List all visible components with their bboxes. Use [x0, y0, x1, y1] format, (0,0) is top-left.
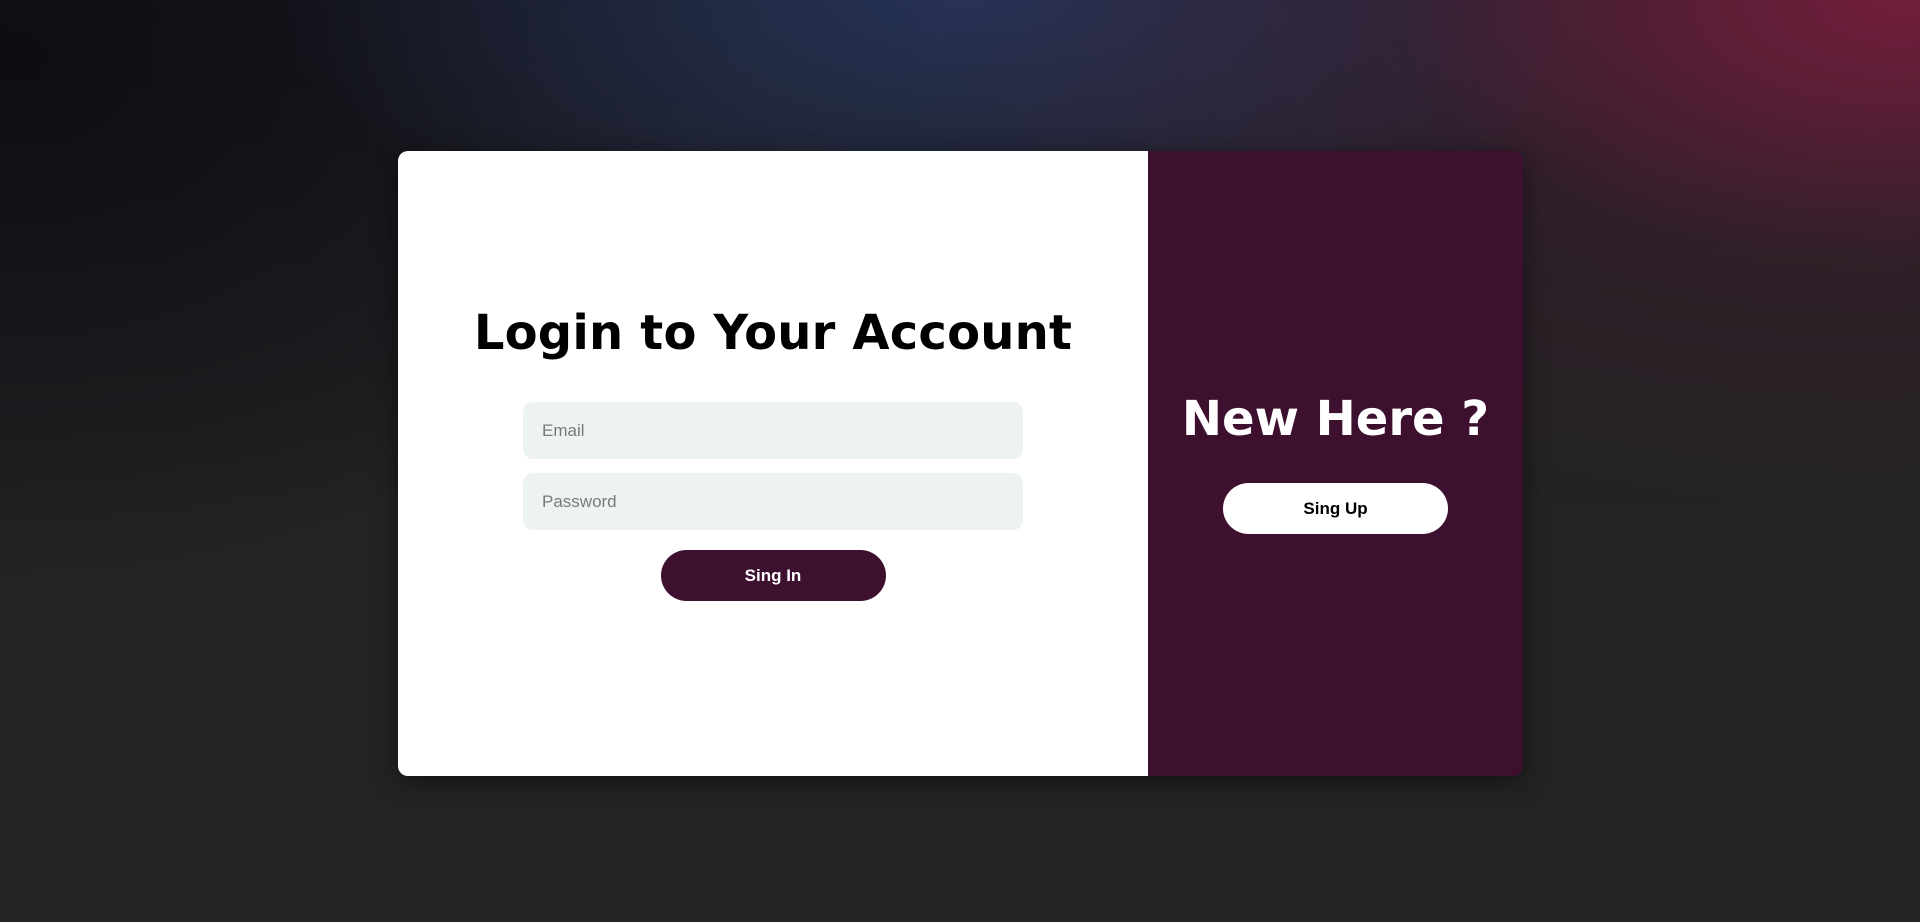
signup-panel: New Here ? Sing Up	[1148, 151, 1523, 776]
sign-in-button[interactable]: Sing In	[660, 550, 886, 601]
auth-card: Login to Your Account Sing In New Here ?…	[398, 151, 1523, 776]
email-input[interactable]	[523, 402, 1023, 459]
login-panel: Login to Your Account Sing In	[398, 151, 1148, 776]
login-title: Login to Your Account	[473, 305, 1073, 361]
sign-up-button[interactable]: Sing Up	[1223, 483, 1448, 534]
signup-title: New Here ?	[1181, 391, 1490, 447]
password-input[interactable]	[523, 473, 1023, 530]
